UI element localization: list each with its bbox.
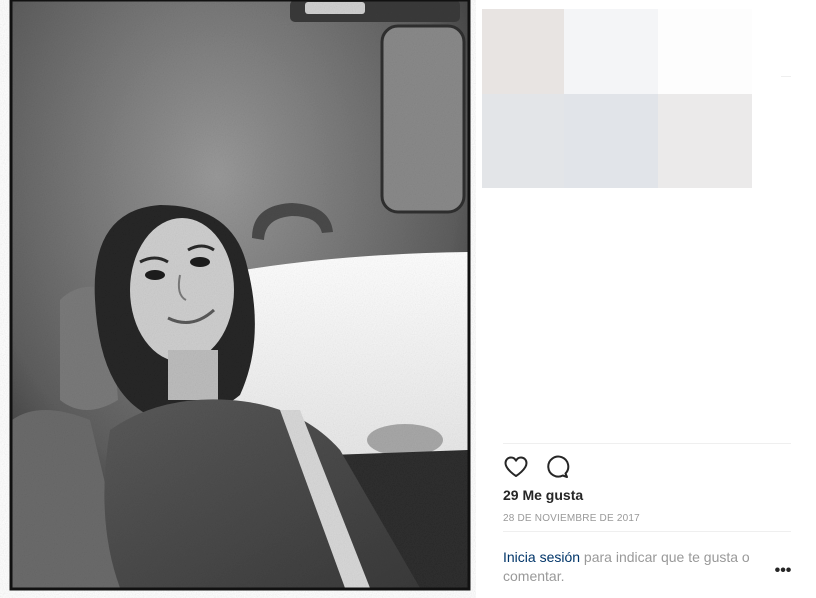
placeholder-tile (564, 9, 658, 94)
heart-outline-icon[interactable] (503, 454, 529, 480)
like-count[interactable]: 29 Me gusta (503, 487, 583, 503)
photo-image (0, 0, 476, 598)
more-options-icon[interactable]: ••• (774, 563, 792, 580)
post-date: 28 DE NOVIEMBRE DE 2017 (503, 513, 640, 524)
post-sidebar: 29 Me gusta 28 DE NOVIEMBRE DE 2017 Inic… (476, 0, 816, 598)
placeholder-tile (658, 94, 752, 188)
divider (781, 76, 791, 77)
placeholder-tile (482, 9, 564, 94)
placeholder-tile (658, 9, 752, 94)
login-prompt: Inicia sesión para indicar que te gusta … (503, 548, 771, 586)
placeholder-tile (564, 94, 658, 188)
divider (503, 443, 791, 444)
divider (503, 531, 791, 532)
placeholder-tile (482, 94, 564, 188)
post-photo (0, 0, 476, 598)
comment-bubble-icon[interactable] (544, 454, 570, 480)
login-link[interactable]: Inicia sesión (503, 549, 580, 565)
